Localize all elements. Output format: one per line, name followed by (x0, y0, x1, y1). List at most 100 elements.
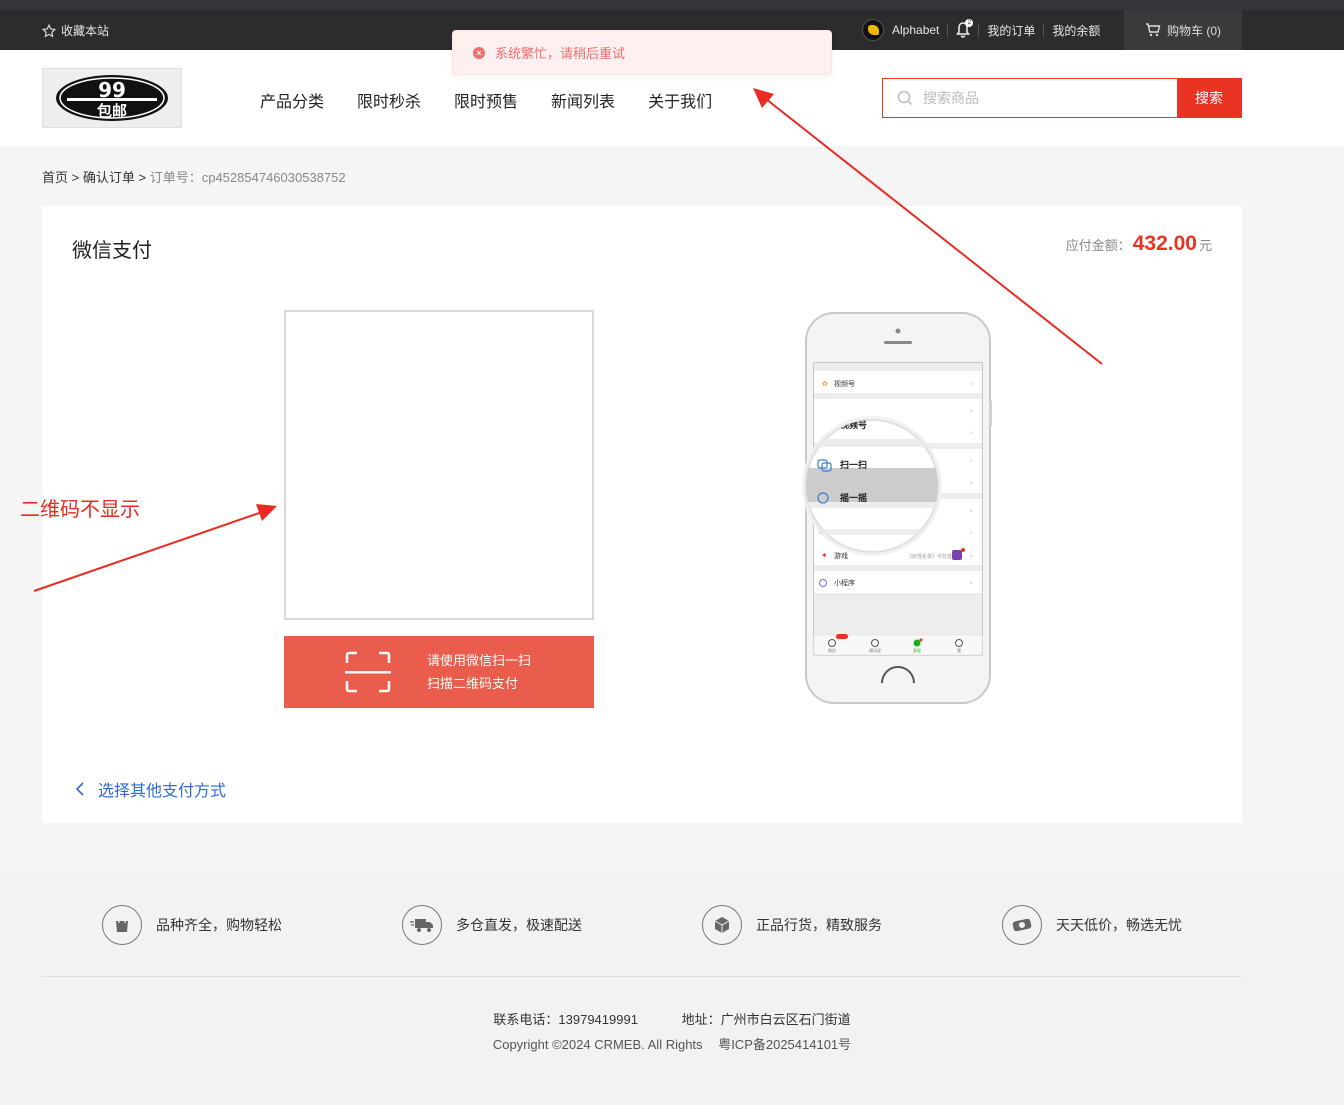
footer-phone: 联系电话：13979419991 (493, 1012, 638, 1027)
notification-badge: 2 (965, 19, 974, 27)
scan-icon (345, 651, 391, 693)
my-balance-link[interactable]: 我的余额 (1052, 22, 1100, 39)
cart-icon (1145, 23, 1161, 37)
phone-menu-game-note: 《妖怪名单》今日首发 (907, 553, 957, 560)
breadcrumb-separator: > (71, 170, 83, 185)
separator (1043, 23, 1045, 37)
footer-copyright: Copyright ©2024 CRMEB. All Rights 粤ICP备2… (0, 1034, 1344, 1053)
browser-strip (0, 0, 1344, 10)
nav-item-categories[interactable]: 产品分类 (260, 88, 324, 112)
nav-item-news[interactable]: 新闻列表 (551, 88, 615, 112)
star-icon (42, 23, 56, 37)
breadcrumb-home[interactable]: 首页 (42, 170, 68, 185)
avatar (862, 19, 884, 41)
scan-tip-line2: 扫描二维码支付 (427, 676, 519, 691)
svg-text:✦: ✦ (821, 551, 828, 560)
feature-item: 品种齐全，购物轻松 (102, 905, 282, 945)
footer-address: 地址：广州市白云区石门街道 (681, 1012, 851, 1027)
payment-card: 微信支付 应付金额： 432.00 元 请使用微信扫一扫 扫描二维码支付 ✿ 视… (42, 206, 1242, 823)
nav-item-flash-sale[interactable]: 限时秒杀 (357, 88, 421, 112)
error-message: 系统繁忙，请稍后重试 (495, 46, 626, 61)
svg-text:✿: ✿ (822, 380, 828, 388)
topbar-right: Alphabet 2 我的订单 我的余额 (862, 10, 1100, 50)
phone-tab-discover: 发现 (913, 647, 921, 653)
cart-label: 购物车 (0) (1166, 23, 1221, 38)
page-title: 微信支付 (72, 240, 152, 262)
shopping-bag-icon (102, 905, 142, 945)
phone-menu-channels: 视频号 (834, 379, 855, 388)
svg-text:›: › (970, 579, 973, 587)
my-orders-link[interactable]: 我的订单 (987, 22, 1035, 39)
phone-tab-contacts: 通讯录 (869, 647, 881, 653)
search-input[interactable]: 搜索商品 (923, 88, 979, 108)
error-toast: × 系统繁忙，请稍后重试 (452, 30, 832, 75)
favorite-site-label: 收藏本站 (61, 24, 110, 38)
phone-illustration: ✿ 视频号 购物 ✦ 游戏 《妖怪名单》今日首发 小程序 ››› ››› ›››… (802, 312, 992, 704)
site-logo[interactable]: 99 包邮 (42, 68, 182, 128)
main-nav: 产品分类 限时秒杀 限时预售 新闻列表 关于我们 (260, 88, 712, 112)
feature-item: 正品行货，精致服务 (702, 905, 882, 945)
scan-tip-text: 请使用微信扫一扫 扫描二维码支付 (427, 649, 531, 695)
logo-badge: 99 包邮 (56, 75, 168, 121)
footer: 品种齐全，购物轻松 多仓直发，极速配送 正品行货，精致服务 天天低价，畅选无忧 … (0, 873, 1344, 1105)
qr-code-area (284, 310, 594, 620)
other-payment-label: 选择其他支付方式 (98, 783, 227, 800)
amount-label: 应付金额： (1065, 238, 1131, 253)
feature-item: 多仓直发，极速配送 (402, 905, 582, 945)
feature-label: 多仓直发，极速配送 (456, 917, 582, 933)
svg-text:›: › (970, 552, 973, 560)
separator (978, 23, 980, 37)
phone-menu-shake-zoom: 摇一摇 (840, 492, 867, 504)
amount-unit: 元 (1198, 238, 1212, 253)
feature-label: 品种齐全，购物轻松 (156, 917, 282, 933)
phone-menu-miniprogram: 小程序 (834, 578, 855, 587)
separator (947, 23, 949, 37)
other-payment-link[interactable]: 选择其他支付方式 (76, 777, 226, 801)
phone-tab-chats: 微信 (828, 647, 836, 653)
breadcrumb: 首页 > 确认订单 > 订单号：cp452854746030538752 (42, 167, 346, 186)
footer-contact: 联系电话：13979419991 地址：广州市白云区石门街道 (0, 1009, 1344, 1028)
svg-text:›: › (970, 380, 973, 388)
user-menu[interactable]: Alphabet (862, 19, 939, 41)
svg-text:›: › (970, 457, 973, 465)
footer-divider (42, 976, 1242, 977)
svg-text:›: › (970, 507, 973, 515)
breadcrumb-order-number: 订单号：cp452854746030538752 (149, 170, 346, 185)
feature-label: 正品行货，精致服务 (756, 917, 882, 933)
scan-tip-line1: 请使用微信扫一扫 (427, 653, 532, 668)
feature-item: 天天低价，畅选无忧 (1002, 905, 1182, 945)
phone-menu-scan-zoom: 扫一扫 (840, 459, 867, 471)
notification-button[interactable]: 2 (956, 19, 974, 38)
chevron-left-icon (76, 782, 84, 796)
phone-menu-games: 游戏 (834, 551, 848, 560)
svg-text:›: › (970, 479, 973, 487)
breadcrumb-separator: > (138, 170, 150, 185)
favorite-site-link[interactable]: 收藏本站 (42, 22, 109, 39)
price-tag-icon (1002, 905, 1042, 945)
nav-item-presale[interactable]: 限时预售 (454, 88, 518, 112)
amount-value: 432.00 (1132, 232, 1197, 255)
logo-text-free-shipping: 包邮 (97, 102, 127, 120)
svg-text:›: › (970, 407, 973, 415)
delivery-truck-icon (402, 905, 442, 945)
svg-text:›: › (970, 529, 973, 537)
search-icon (897, 90, 912, 105)
package-icon (702, 905, 742, 945)
search-box: 搜索商品 搜索 (882, 78, 1242, 118)
search-button[interactable]: 搜索 (1177, 79, 1241, 117)
search-input-wrap[interactable]: 搜索商品 (883, 79, 1177, 117)
cart-button[interactable]: 购物车 (0) (1124, 10, 1242, 50)
feature-label: 天天低价，畅选无忧 (1056, 917, 1182, 933)
feature-list: 品种齐全，购物轻松 多仓直发，极速配送 正品行货，精致服务 天天低价，畅选无忧 (102, 905, 1242, 945)
username: Alphabet (892, 23, 940, 37)
phone-tab-me: 我 (957, 647, 961, 653)
copyright-text: Copyright ©2024 CRMEB. All Rights (492, 1037, 703, 1052)
annotation-label: 二维码不显示 (20, 499, 140, 521)
error-icon: × (473, 46, 485, 59)
breadcrumb-confirm-order[interactable]: 确认订单 (83, 170, 135, 185)
icp-link[interactable]: 粤ICP备2025414101号 (718, 1037, 851, 1052)
nav-item-about[interactable]: 关于我们 (648, 88, 712, 112)
payable-amount: 应付金额： 432.00 元 (1066, 232, 1212, 256)
scan-tip-banner: 请使用微信扫一扫 扫描二维码支付 (284, 636, 594, 708)
svg-text:›: › (970, 429, 973, 437)
